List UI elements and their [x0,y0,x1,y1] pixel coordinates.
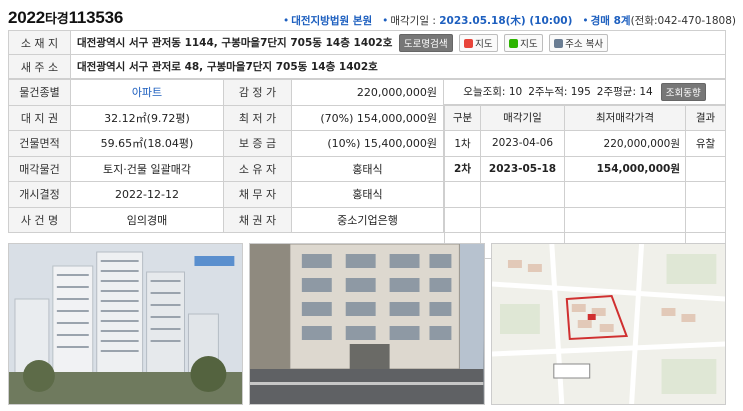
min-price-value: (70%) 154,000,000원 [291,104,444,131]
sale-item-value: 토지·건물 일괄매각 [70,155,224,182]
bid-price: 154,000,000원 [564,155,686,182]
case-year: 2022 [8,8,46,27]
two-week-views: 2주누적: 195 [528,86,591,99]
location-value: 대전광역시 서구 관저동 1144, 구봉마을7단지 705동 14층 1402… [77,36,393,49]
map-button-daum[interactable]: 지도 [459,33,498,52]
today-views: 오늘조회: 10 [463,86,523,99]
bid-panel: 오늘조회: 10 2주누적: 195 2주평균: 14 조회동향 구분 매각기일… [444,79,726,259]
new-address-cell: 대전광역시 서구 관저로 48, 구봉마을7단지 705동 14층 1402호 [70,54,726,79]
location-map-image[interactable] [490,243,726,405]
bid-date: 2023-05-18 [480,155,565,182]
bid-row: 2차 2023-05-18 154,000,000원 [444,155,726,182]
bid-price: 220,000,000원 [564,130,686,157]
case-number: 2022타경113536 [8,8,123,28]
bid-row-empty [444,181,726,208]
detail-row: 개시결정 2022-12-12 채 무 자 홍태식 [8,181,444,208]
bid-round: 2차 [444,155,481,182]
daum-map-icon [464,38,474,48]
bid-result: 유찰 [685,130,726,157]
case-type: 타경 [45,11,69,26]
start-decision-label: 개시결정 [8,181,71,208]
land-right-value: 32.12㎡(9.72평) [70,104,224,131]
road-search-button[interactable]: 도로명검색 [398,33,453,52]
building-entrance-photo[interactable] [249,243,485,405]
location-label: 소 재 지 [8,30,71,55]
detail-row: 대 지 권 32.12㎡(9.72평) 최 저 가 (70%) 154,000,… [8,104,444,131]
bid-row: 1차 2023-04-06 220,000,000원 유찰 [444,130,726,157]
case-name-label: 사 건 명 [8,206,71,233]
property-type-value[interactable]: 아파트 [70,79,224,106]
col-sale-date: 매각기일 [480,104,565,131]
new-address-label: 새 주 소 [8,54,71,79]
col-min-price: 최저매각가격 [564,104,686,131]
appraisal-label: 감 정 가 [223,79,292,106]
view-stats: 오늘조회: 10 2주누적: 195 2주평균: 14 조회동향 [444,79,726,105]
address-table: 소 재 지 대전광역시 서구 관저동 1144, 구봉마을7단지 705동 14… [8,30,726,79]
map-button-naver[interactable]: 지도 [504,33,543,52]
building-facade-image [250,244,484,404]
naver-map-icon [509,38,519,48]
owner-label: 소 유 자 [223,155,292,182]
bid-round: 1차 [444,130,481,157]
deposit-label: 보 증 금 [223,130,292,157]
bid-row-empty [444,206,726,233]
detail-row: 건물면적 59.65㎡(18.04평) 보 증 금 (10%) 15,400,0… [8,130,444,157]
apartment-exterior-photo[interactable] [8,243,244,405]
bid-header-row: 구분 매각기일 최저매각가격 결과 [444,104,726,131]
appraisal-value: 220,000,000원 [291,79,444,106]
location-cell: 대전광역시 서구 관저동 1144, 구봉마을7단지 705동 14층 1402… [70,30,726,55]
two-week-average: 2주평균: 14 [596,86,653,99]
view-trend-button[interactable]: 조회동향 [660,82,706,101]
debtor-value: 홍태식 [291,181,444,208]
header-info: • 대전지방법원 본원 • 매각기일 : 2023.05.18(木) (10:00)… [283,13,736,28]
bid-result [685,155,726,182]
sale-item-label: 매각물건 [8,155,71,182]
building-area-label: 건물면적 [8,130,71,157]
details-table: 물건종별 아파트 감 정 가 220,000,000원 대 지 권 32.12㎡… [8,79,444,233]
court-name: • 대전지방법원 본원 [283,15,373,27]
detail-row: 매각물건 토지·건물 일괄매각 소 유 자 홍태식 [8,155,444,182]
col-result: 결과 [685,104,726,131]
photo-strip [8,243,726,405]
apartment-towers-image [9,244,243,404]
min-price-label: 최 저 가 [223,104,292,131]
copy-icon [554,38,564,48]
site-map [491,244,725,404]
creditor-value: 중소기업은행 [291,206,444,233]
case-name-value: 임의경매 [70,206,224,233]
bid-history-table: 구분 매각기일 최저매각가격 결과 1차 2023-04-06 220,000,… [444,104,726,259]
new-address-value: 대전광역시 서구 관저로 48, 구봉마을7단지 705동 14층 1402호 [77,61,378,73]
detail-row: 물건종별 아파트 감 정 가 220,000,000원 [8,79,444,106]
case-serial: 113536 [68,8,124,27]
owner-value: 홍태식 [291,155,444,182]
case-header: 2022타경113536 • 대전지방법원 본원 • 매각기일 : 2023.05.… [8,6,736,28]
property-type-label: 물건종별 [8,79,71,106]
col-round: 구분 [444,104,481,131]
division-info: • 경매 8계(전화:042-470-1808) [582,15,736,27]
detail-row: 사 건 명 임의경매 채 권 자 중소기업은행 [8,206,444,233]
creditor-label: 채 권 자 [223,206,292,233]
start-decision-value: 2022-12-12 [70,181,224,208]
bid-date: 2023-04-06 [480,130,565,157]
building-area-value: 59.65㎡(18.04평) [70,130,224,157]
debtor-label: 채 무 자 [223,181,292,208]
sale-date: • 매각기일 : 2023.05.18(木) (10:00) [382,15,573,27]
land-right-label: 대 지 권 [8,104,71,131]
copy-address-button[interactable]: 주소 복사 [549,33,609,52]
deposit-value: (10%) 15,400,000원 [291,130,444,157]
